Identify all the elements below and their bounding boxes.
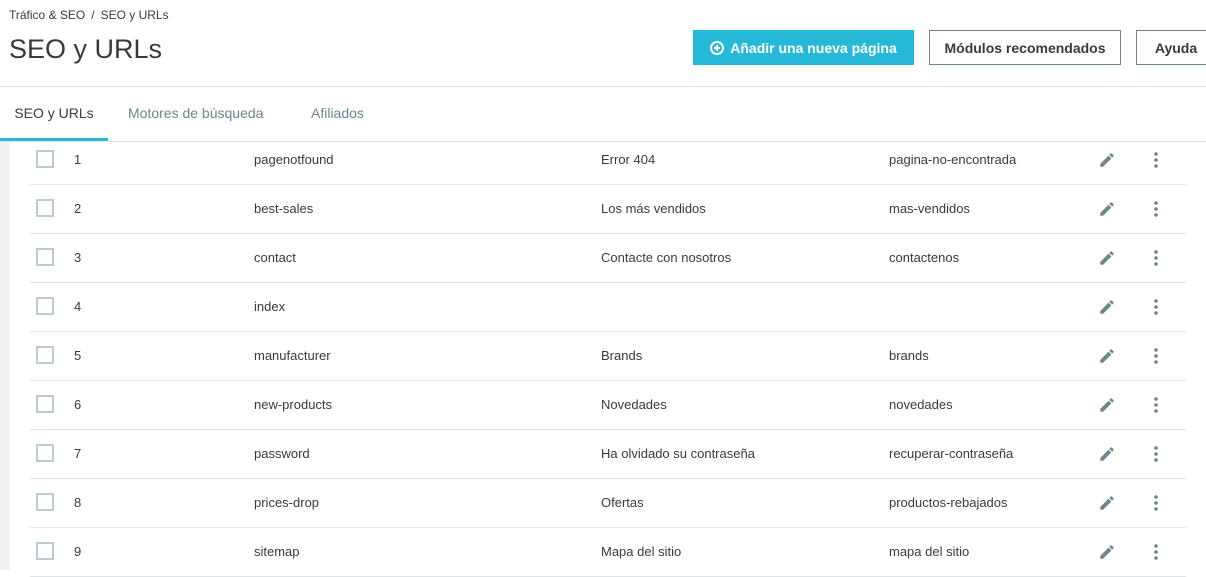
- add-new-page-button[interactable]: Añadir una nueva página: [693, 30, 914, 65]
- row-page-name: best-sales: [254, 201, 314, 216]
- row-page-name: pagenotfound: [254, 152, 334, 167]
- add-new-page-label: Añadir una nueva página: [730, 39, 897, 56]
- row-page-title: Mapa del sitio: [601, 544, 682, 559]
- breadcrumb-parent-link[interactable]: Tráfico & SEO: [9, 8, 85, 22]
- table-row: 7 password Ha olvidado su contraseña recupe…: [30, 430, 1186, 479]
- left-gutter: [0, 142, 10, 570]
- row-id: 4: [74, 299, 82, 314]
- row-page-title: Los más vendidos: [601, 201, 706, 216]
- page-title: SEO y URLs: [9, 34, 163, 64]
- row-id: 6: [74, 397, 82, 412]
- edit-pencil-icon[interactable]: [1098, 494, 1116, 512]
- row-page-name: sitemap: [254, 544, 300, 559]
- breadcrumb-separator: /: [91, 8, 95, 22]
- row-checkbox[interactable]: [36, 199, 54, 217]
- row-page-title: Error 404: [601, 152, 656, 167]
- row-friendly-url: pagina-no-encontrada: [889, 152, 1017, 167]
- row-page-title: Ofertas: [601, 495, 644, 510]
- more-options-icon[interactable]: [1146, 444, 1166, 464]
- row-checkbox[interactable]: [36, 150, 54, 168]
- row-checkbox[interactable]: [36, 346, 54, 364]
- row-friendly-url: productos-rebajados: [889, 495, 1008, 510]
- table-row: 2 best-sales Los más vendidos mas-vendidos: [30, 185, 1186, 234]
- tab-search-engines[interactable]: Motores de búsqueda: [128, 87, 263, 141]
- add-circle-icon: [710, 40, 725, 55]
- more-options-icon[interactable]: [1146, 395, 1166, 415]
- row-page-name: new-products: [254, 397, 333, 412]
- table-row: 6 new-products Novedades novedades: [30, 381, 1186, 430]
- edit-pencil-icon[interactable]: [1098, 347, 1116, 365]
- recommended-modules-button[interactable]: Módulos recomendados: [929, 30, 1121, 65]
- tab-seo-urls[interactable]: SEO y URLs: [0, 87, 108, 141]
- row-id: 9: [74, 544, 82, 559]
- more-options-icon[interactable]: [1146, 493, 1166, 513]
- row-checkbox[interactable]: [36, 542, 54, 560]
- row-page-name: manufacturer: [254, 348, 331, 363]
- help-label: Ayuda: [1154, 39, 1198, 56]
- more-options-icon[interactable]: [1146, 297, 1166, 317]
- row-page-title: Novedades: [601, 397, 667, 412]
- edit-pencil-icon[interactable]: [1098, 298, 1116, 316]
- row-id: 3: [74, 250, 82, 265]
- page-header: Tráfico & SEO / SEO y URLs SEO y URLs Añad…: [0, 0, 1206, 87]
- row-page-name: password: [254, 446, 310, 461]
- row-friendly-url: mas-vendidos: [889, 201, 970, 216]
- recommended-modules-label: Módulos recomendados: [944, 39, 1106, 56]
- row-page-title: Contacte con nosotros: [601, 250, 732, 265]
- row-page-title: Ha olvidado su contraseña: [601, 446, 755, 461]
- breadcrumb: Tráfico & SEO / SEO y URLs: [9, 8, 169, 22]
- row-page-name: prices-drop: [254, 495, 320, 510]
- table-row: 5 manufacturer Brands brands: [30, 332, 1186, 381]
- edit-pencil-icon[interactable]: [1098, 543, 1116, 561]
- tab-bar: SEO y URLs Motores de búsqueda Afiliados: [0, 87, 1206, 142]
- row-checkbox[interactable]: [36, 297, 54, 315]
- more-options-icon[interactable]: [1146, 248, 1166, 268]
- table-row: 3 contact Contacte con nosotros contactenos: [30, 234, 1186, 283]
- edit-pencil-icon[interactable]: [1098, 396, 1116, 414]
- more-options-icon[interactable]: [1146, 346, 1166, 366]
- row-checkbox[interactable]: [36, 248, 54, 266]
- row-page-title: Brands: [601, 348, 643, 363]
- row-friendly-url: mapa del sitio: [889, 544, 970, 559]
- row-id: 2: [74, 201, 82, 216]
- table-row: 1 pagenotfound Error 404 pagina-no-encontra…: [30, 136, 1186, 185]
- table-row: 4 index: [30, 283, 1186, 332]
- edit-pencil-icon[interactable]: [1098, 151, 1116, 169]
- row-friendly-url: recuperar-contraseña: [889, 446, 1014, 461]
- row-checkbox[interactable]: [36, 444, 54, 462]
- edit-pencil-icon[interactable]: [1098, 445, 1116, 463]
- more-options-icon[interactable]: [1146, 542, 1166, 562]
- row-page-name: index: [254, 299, 286, 314]
- row-friendly-url: novedades: [889, 397, 953, 412]
- breadcrumb-current[interactable]: SEO y URLs: [101, 8, 169, 22]
- row-id: 5: [74, 348, 82, 363]
- help-button[interactable]: Ayuda: [1136, 30, 1206, 65]
- tab-affiliates[interactable]: Afiliados: [311, 87, 364, 141]
- row-id: 1: [74, 152, 82, 167]
- seo-urls-table: 1 pagenotfound Error 404 pagina-no-encontra…: [30, 136, 1186, 577]
- row-checkbox[interactable]: [36, 395, 54, 413]
- more-options-icon[interactable]: [1146, 150, 1166, 170]
- table-row: 8 prices-drop Ofertas productos-rebajados: [30, 479, 1186, 528]
- more-options-icon[interactable]: [1146, 199, 1166, 219]
- row-id: 8: [74, 495, 82, 510]
- row-checkbox[interactable]: [36, 493, 54, 511]
- row-friendly-url: brands: [889, 348, 929, 363]
- row-page-name: contact: [254, 250, 296, 265]
- edit-pencil-icon[interactable]: [1098, 200, 1116, 218]
- edit-pencil-icon[interactable]: [1098, 249, 1116, 267]
- row-friendly-url: contactenos: [889, 250, 960, 265]
- row-id: 7: [74, 446, 82, 461]
